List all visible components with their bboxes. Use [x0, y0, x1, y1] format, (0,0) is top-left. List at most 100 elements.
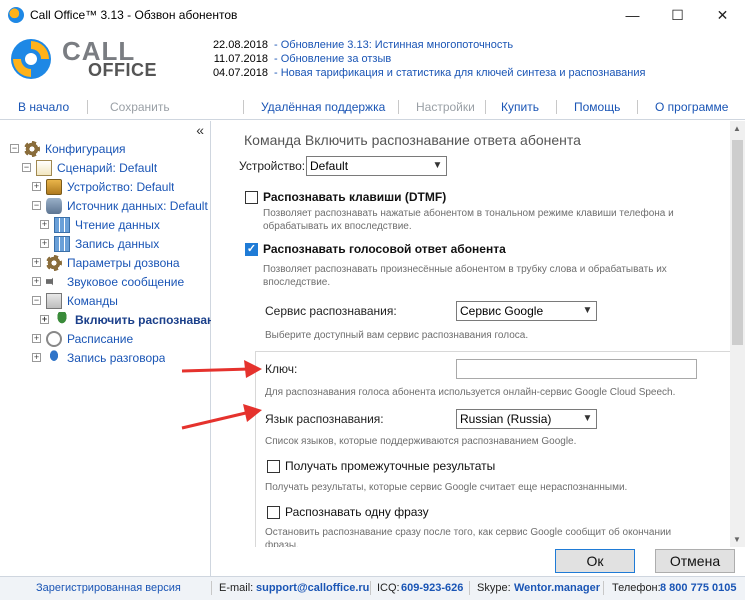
- expand-node-icon[interactable]: +: [32, 277, 41, 286]
- tree-item-sound-message[interactable]: + Звуковое сообщение: [0, 272, 211, 291]
- news-item: 22.08.2018 - Обновление 3.13: Истинная м…: [210, 38, 645, 52]
- news-list: 22.08.2018 - Обновление 3.13: Истинная м…: [210, 38, 646, 80]
- dtmf-description-line1: Позволяет распознавать нажатые абонентом…: [263, 208, 674, 219]
- menu-help[interactable]: Помощь: [574, 100, 620, 114]
- microphone-icon: [54, 311, 70, 328]
- email-link[interactable]: support@calloffice.ru: [256, 582, 369, 594]
- maximize-button[interactable]: ☐: [655, 0, 700, 30]
- tree-item-write-data[interactable]: + Запись данных: [0, 234, 211, 253]
- expand-node-icon[interactable]: +: [40, 239, 49, 248]
- ok-button[interactable]: Ок: [555, 549, 635, 573]
- collapse-node-icon[interactable]: −: [32, 201, 41, 210]
- dtmf-checkbox[interactable]: [245, 191, 258, 204]
- icq-label: ICQ:: [377, 582, 400, 594]
- registered-version-link[interactable]: Зарегистрированная версия: [36, 582, 181, 594]
- dialog-buttons: Ок Отмена: [215, 547, 745, 576]
- news-date: 04.07.2018: [212, 67, 268, 79]
- cancel-button[interactable]: Отмена: [655, 549, 735, 573]
- news-link[interactable]: - Обновление за отзыв: [274, 52, 391, 66]
- menu-buy[interactable]: Купить: [501, 100, 539, 114]
- tree-item-data-source[interactable]: − Источник данных: Default: [0, 196, 211, 215]
- tree-item-commands[interactable]: − Команды: [0, 291, 211, 310]
- window-controls: — ☐ ✕: [610, 0, 745, 30]
- red-arrow-icon: [181, 404, 262, 430]
- menu-bar: В начало Сохранить Удалённая поддержка Н…: [0, 94, 745, 120]
- interim-results-description: Получать результаты, которые сервис Goog…: [265, 482, 628, 493]
- news-item: 11.07.2018 - Обновление за отзыв: [210, 52, 645, 66]
- tree-item-label: Конфигурация: [45, 141, 126, 156]
- interim-results-label: Получать промежуточные результаты: [285, 459, 496, 473]
- expand-node-icon[interactable]: +: [32, 182, 41, 191]
- device-select[interactable]: Default ▼: [306, 156, 447, 176]
- tree-item-label: Запись разговора: [67, 350, 166, 365]
- tree-item-label: Сценарий: Default: [57, 160, 158, 175]
- voice-description-line1: Позволяет распознавать произнесённые або…: [263, 264, 667, 275]
- collapse-node-icon[interactable]: −: [22, 163, 31, 172]
- close-button[interactable]: ✕: [700, 0, 745, 30]
- tree-item-scenario[interactable]: − Сценарий: Default: [0, 158, 211, 177]
- menu-settings[interactable]: Настройки: [416, 100, 475, 114]
- voice-checkbox[interactable]: ✓: [245, 243, 258, 256]
- tree-item-device[interactable]: + Устройство: Default: [0, 177, 211, 196]
- status-bar: Зарегистрированная версия E-mail: suppor…: [0, 576, 745, 600]
- tree-item-enable-recognition[interactable]: + Включить распознаван: [0, 310, 211, 329]
- service-select-value: Сервис Google: [460, 304, 544, 318]
- menu-remote-support[interactable]: Удалённая поддержка: [261, 100, 385, 114]
- service-description: Выберите доступный вам сервис распознава…: [265, 330, 529, 341]
- tree-item-label: Расписание: [67, 331, 134, 346]
- language-select[interactable]: Russian (Russia) ▼: [456, 409, 597, 429]
- tree-item-label: Включить распознаван: [75, 312, 211, 327]
- chevron-down-icon: ▼: [582, 413, 593, 424]
- grid-icon: [54, 235, 70, 252]
- menu-save[interactable]: Сохранить: [110, 100, 170, 114]
- chevron-down-icon: ▼: [432, 160, 443, 171]
- news-link[interactable]: - Обновление 3.13: Истинная многопоточно…: [274, 38, 513, 52]
- phone-label: Телефон:: [612, 582, 661, 594]
- header: CALL OFFICE 22.08.2018 - Обновление 3.13…: [0, 30, 745, 90]
- expand-node-icon[interactable]: +: [32, 353, 41, 362]
- expand-node-icon[interactable]: +: [40, 220, 49, 229]
- tree-item-dial-params[interactable]: + Параметры дозвона: [0, 253, 211, 272]
- language-select-value: Russian (Russia): [460, 412, 552, 426]
- news-link[interactable]: - Новая тарификация и статистика для клю…: [274, 66, 645, 80]
- service-select[interactable]: Сервис Google ▼: [456, 301, 597, 321]
- tree-item-read-data[interactable]: + Чтение данных: [0, 215, 211, 234]
- tree-item-label: Звуковое сообщение: [67, 274, 185, 289]
- expand-node-icon[interactable]: +: [40, 315, 49, 324]
- main-scrollbar[interactable]: ▲ ▼: [730, 121, 745, 547]
- expand-node-icon[interactable]: +: [32, 334, 41, 343]
- expand-node-icon[interactable]: +: [32, 258, 41, 267]
- status-separator: [603, 581, 604, 595]
- language-label: Язык распознавания:: [265, 412, 384, 426]
- minimize-button[interactable]: —: [610, 0, 655, 30]
- scroll-up-icon[interactable]: ▲: [733, 124, 741, 133]
- phone-value: 8 800 775 0105: [660, 582, 737, 594]
- menu-separator: [637, 100, 638, 114]
- collapse-sidebar-icon[interactable]: «: [196, 122, 204, 138]
- sidebar: « − Конфигурация − Сценарий: Default + У…: [0, 121, 211, 576]
- scroll-thumb[interactable]: [732, 140, 743, 345]
- tree-item-label: Устройство: Default: [67, 179, 175, 194]
- menu-about[interactable]: О программе: [655, 100, 728, 114]
- menu-separator: [556, 100, 557, 114]
- skype-link[interactable]: Wentor.manager: [514, 582, 600, 594]
- database-icon: [46, 197, 62, 214]
- menu-separator: [398, 100, 399, 114]
- speaker-icon: [46, 273, 58, 290]
- scroll-down-icon[interactable]: ▼: [733, 535, 741, 544]
- interim-results-checkbox[interactable]: [267, 460, 280, 473]
- tree-item-schedule[interactable]: + Расписание: [0, 329, 211, 348]
- single-phrase-checkbox[interactable]: [267, 506, 280, 519]
- gear-icon: [46, 254, 62, 271]
- key-input[interactable]: [456, 359, 697, 379]
- call-office-logo: CALL OFFICE: [6, 32, 157, 86]
- collapse-node-icon[interactable]: −: [32, 296, 41, 305]
- menu-separator: [87, 100, 88, 114]
- app-icon: [8, 7, 24, 23]
- tree-item-label: Запись данных: [75, 236, 160, 251]
- collapse-node-icon[interactable]: −: [10, 144, 19, 153]
- status-separator: [370, 581, 371, 595]
- status-separator: [211, 581, 212, 595]
- menu-home[interactable]: В начало: [18, 100, 69, 114]
- tree-item-configuration[interactable]: − Конфигурация: [0, 139, 211, 158]
